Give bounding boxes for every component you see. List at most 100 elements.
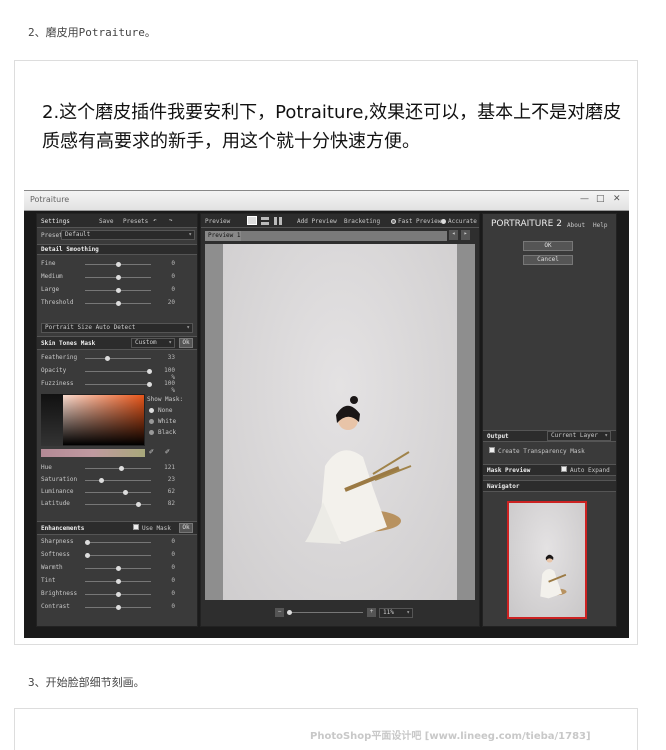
add-preview-button[interactable]: Add Preview: [297, 218, 337, 225]
navigator-thumbnail[interactable]: [507, 501, 587, 619]
output-select[interactable]: Current Layer: [547, 431, 611, 441]
slider-knob[interactable]: [99, 478, 105, 483]
slider-label: Fine: [41, 260, 56, 267]
slider-value: 0: [171, 286, 175, 293]
slider-knob[interactable]: [123, 490, 129, 495]
use-mask-checkbox[interactable]: [133, 524, 139, 530]
zoom-in-icon[interactable]: +: [367, 608, 376, 617]
slider-value: 0: [171, 260, 175, 267]
undo-icon[interactable]: ↶: [153, 217, 157, 224]
fast-preview-radio[interactable]: [391, 219, 396, 224]
slider-track[interactable]: [85, 288, 151, 293]
zoom-slider[interactable]: [287, 610, 363, 615]
slider-value: 0: [171, 551, 175, 558]
cancel-button[interactable]: Cancel: [523, 255, 573, 265]
slider-knob[interactable]: [119, 466, 125, 471]
slider-knob[interactable]: [116, 592, 121, 597]
portrait-size-select[interactable]: Portrait Size Auto Detect: [41, 323, 193, 333]
slider-label: Warmth: [41, 564, 63, 571]
slider-track[interactable]: [85, 540, 151, 545]
slider-knob[interactable]: [135, 502, 141, 507]
mask-none-radio[interactable]: [149, 408, 154, 413]
slider-track[interactable]: [85, 490, 151, 495]
navigator-figure: [540, 554, 567, 599]
zoom-select[interactable]: 11%: [379, 608, 413, 618]
slider-knob[interactable]: [116, 275, 121, 280]
slider-track[interactable]: [85, 275, 151, 280]
slider-track[interactable]: [85, 356, 151, 361]
accurate-radio[interactable]: [441, 219, 446, 224]
slider-label: Opacity: [41, 367, 67, 374]
mask-black-radio[interactable]: [149, 430, 154, 435]
slider-track[interactable]: [85, 369, 152, 374]
ok-button[interactable]: OK: [523, 241, 573, 251]
slider-knob[interactable]: [116, 579, 121, 584]
preview-pane: Preview Add Preview Bracketing Fast Prev…: [200, 213, 480, 627]
close-icon[interactable]: ✕: [613, 194, 621, 204]
auto-expand-checkbox[interactable]: [561, 466, 567, 472]
slider-knob[interactable]: [105, 356, 111, 361]
eyedropper-icon[interactable]: ✐: [149, 447, 154, 456]
bracketing-button[interactable]: Bracketing: [344, 218, 380, 225]
slider-value: 0: [171, 273, 175, 280]
preview-tab[interactable]: Preview 1: [205, 231, 241, 241]
window-titlebar: Potraiture — □ ✕: [24, 191, 629, 211]
slider-track[interactable]: [85, 553, 151, 558]
slider-knob[interactable]: [116, 301, 121, 306]
watermark: PhotoShop平面设计吧 [www.lineeg.com/tieba/178…: [310, 731, 591, 742]
slider-track[interactable]: [85, 301, 151, 306]
about-link[interactable]: About: [567, 222, 585, 229]
help-link[interactable]: Help: [593, 222, 607, 229]
slider-track[interactable]: [85, 566, 151, 571]
tab-prev-icon[interactable]: ◂: [449, 230, 458, 240]
slider-track[interactable]: [85, 466, 151, 471]
slider-knob[interactable]: [116, 605, 121, 610]
preset-select[interactable]: Default: [61, 230, 195, 240]
hue-strip[interactable]: [41, 394, 63, 446]
slider-value: 0: [171, 577, 175, 584]
fast-preview-label: Fast Preview: [398, 218, 442, 225]
split-h-icon[interactable]: [261, 217, 269, 225]
slider-knob[interactable]: [85, 553, 90, 558]
slider-label: Latitude: [41, 500, 70, 507]
slider-track[interactable]: [85, 579, 151, 584]
step3-text: 3、开始脸部细节刻画。: [28, 676, 145, 689]
presets-button[interactable]: Presets: [123, 218, 148, 225]
skin-mode-select[interactable]: Custom: [131, 338, 175, 348]
redo-icon[interactable]: ↷: [169, 217, 173, 224]
slider-track[interactable]: [85, 605, 151, 610]
mask-white-radio[interactable]: [149, 419, 154, 424]
slider-track[interactable]: [85, 262, 151, 267]
slider-knob[interactable]: [147, 369, 152, 374]
color-swatch-bar[interactable]: [41, 449, 145, 457]
skin-ok-button[interactable]: Ok: [179, 338, 193, 348]
eyedropper-plus-icon[interactable]: ✐: [165, 447, 170, 456]
create-mask-checkbox[interactable]: [489, 447, 495, 453]
create-mask-label: Create Transparency Mask: [498, 448, 585, 455]
maximize-icon[interactable]: □: [596, 194, 605, 204]
save-button[interactable]: Save: [99, 218, 113, 225]
slider-knob[interactable]: [116, 262, 121, 267]
slider-value: 23: [167, 476, 175, 483]
slider-track[interactable]: [85, 592, 151, 597]
tab-next-icon[interactable]: ▸: [461, 230, 470, 240]
mask-preview-label[interactable]: Mask Preview: [487, 467, 530, 474]
slider-label: Threshold: [41, 299, 74, 306]
use-mask-label: Use Mask: [142, 525, 171, 532]
slider-track[interactable]: [85, 382, 152, 387]
settings-title: Settings: [41, 218, 70, 225]
minimize-icon[interactable]: —: [580, 194, 589, 204]
zoom-out-icon[interactable]: −: [275, 608, 284, 617]
slider-knob[interactable]: [116, 288, 121, 293]
auto-expand-label: Auto Expand: [570, 467, 610, 474]
settings-pane: Settings Save Presets ↶ ↷ Preset Default…: [36, 213, 198, 627]
slider-knob[interactable]: [85, 540, 90, 545]
single-view-icon[interactable]: [247, 216, 257, 225]
slider-knob[interactable]: [147, 382, 152, 387]
slider-track[interactable]: [85, 478, 151, 483]
split-v-icon[interactable]: [274, 217, 282, 225]
slider-knob[interactable]: [116, 566, 121, 571]
enh-ok-button[interactable]: Ok: [179, 523, 193, 533]
mask-white-label: White: [158, 418, 177, 425]
slider-track[interactable]: [85, 502, 151, 507]
